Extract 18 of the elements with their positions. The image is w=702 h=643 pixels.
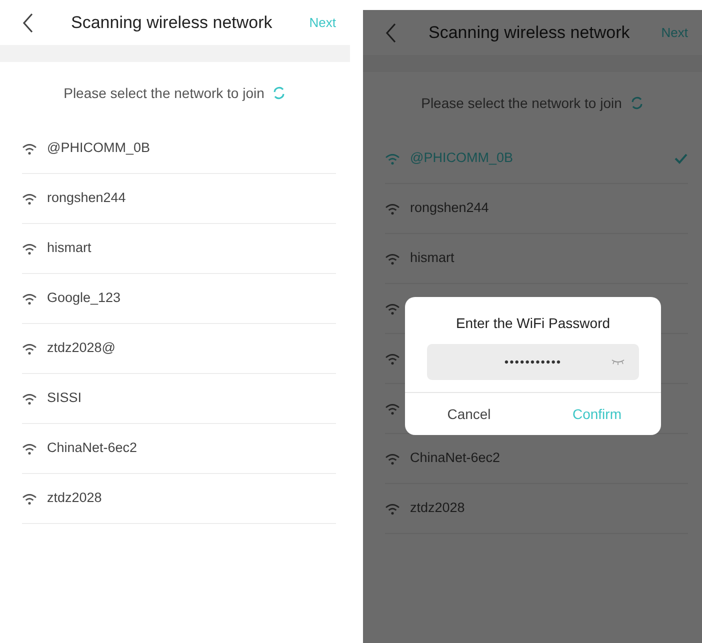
cancel-button[interactable]: Cancel xyxy=(405,393,533,435)
refresh-icon[interactable] xyxy=(272,86,286,100)
prompt-text: Please select the network to join xyxy=(421,94,622,113)
back-icon[interactable] xyxy=(22,12,34,32)
prompt-text: Please select the network to join xyxy=(64,84,264,103)
closed-eye-icon xyxy=(611,359,625,365)
network-name[interactable]: @PHICOMM_0B xyxy=(47,138,336,159)
network-name[interactable]: hismart xyxy=(47,238,336,259)
dialog-title: Enter the WiFi Password xyxy=(454,314,612,333)
password-field[interactable]: ••••••••••• xyxy=(427,344,639,380)
network-name[interactable]: rongshen244 xyxy=(47,188,336,209)
screen-title: Scanning wireless network xyxy=(428,22,631,44)
network-name[interactable]: SISSI xyxy=(47,388,336,409)
network-name[interactable]: Google_123 xyxy=(47,288,336,309)
network-name[interactable]: ChinaNet-6ec2 xyxy=(47,438,336,459)
screen-title: Scanning wireless network xyxy=(70,12,274,34)
network-name[interactable]: ztdz2028@ xyxy=(47,338,336,359)
network-name[interactable]: ztdz2028 xyxy=(47,488,336,509)
